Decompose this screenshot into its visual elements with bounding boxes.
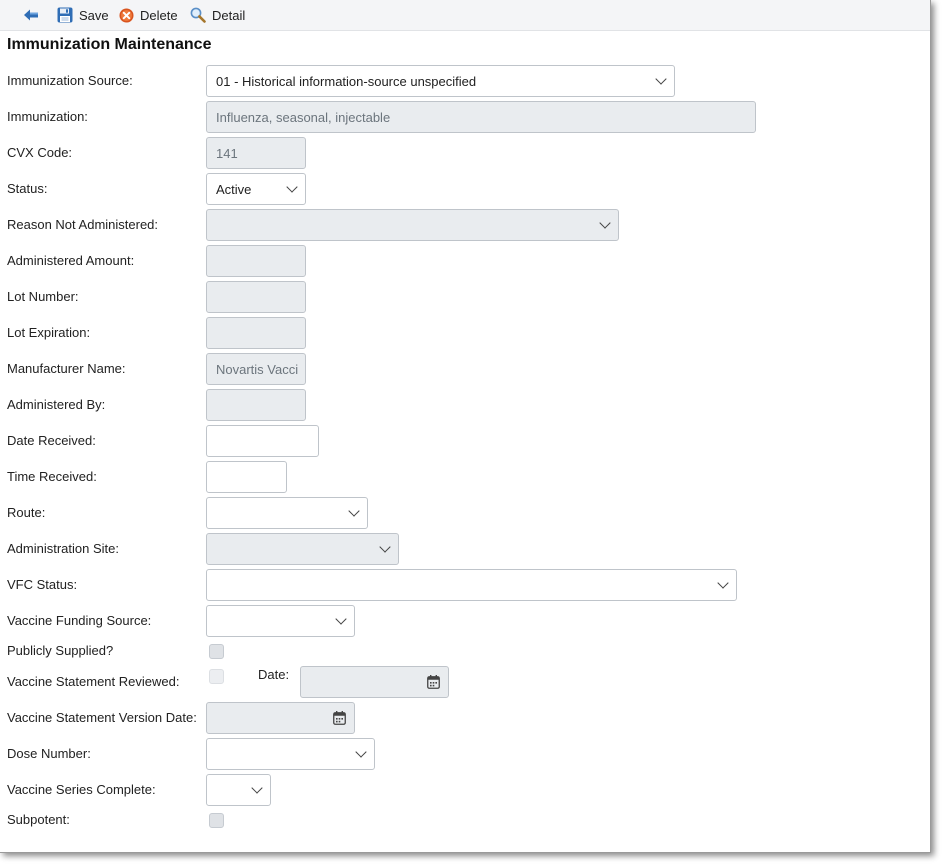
administered-amount-label: Administered Amount: xyxy=(7,253,135,268)
chevron-down-icon xyxy=(655,73,667,85)
arrow-left-icon xyxy=(24,9,39,21)
delete-label: Delete xyxy=(140,7,178,23)
manufacturer-name-value: Novartis Vacci xyxy=(216,361,299,377)
date-received-label: Date Received: xyxy=(7,433,96,448)
back-button[interactable] xyxy=(24,6,45,24)
calendar-icon[interactable] xyxy=(427,675,440,692)
magnifier-icon xyxy=(190,7,206,23)
immunization-label: Immunization: xyxy=(7,109,88,124)
lot-expiration-field[interactable] xyxy=(206,317,306,349)
floppy-disk-icon xyxy=(57,7,73,23)
detail-button[interactable]: Detail xyxy=(190,6,245,24)
vaccine-statement-reviewed-label: Vaccine Statement Reviewed: xyxy=(7,674,180,689)
route-select[interactable] xyxy=(206,497,368,529)
chevron-down-icon xyxy=(355,746,367,758)
delete-x-icon xyxy=(119,8,134,23)
dose-number-select[interactable] xyxy=(206,738,375,770)
reason-not-administered-select[interactable] xyxy=(206,209,619,241)
reason-not-administered-label: Reason Not Administered: xyxy=(7,217,159,232)
subpotent-label: Subpotent: xyxy=(7,812,70,827)
immunization-source-value: 01 - Historical information-source unspe… xyxy=(216,73,477,89)
status-label: Status: xyxy=(7,181,48,196)
window-frame: Save Delete Detail Immunization Maintena… xyxy=(0,0,931,853)
date-received-input[interactable] xyxy=(206,425,319,457)
immunization-value: Influenza, seasonal, injectable xyxy=(216,109,391,125)
vaccine-funding-source-select[interactable] xyxy=(206,605,355,637)
detail-label: Detail xyxy=(212,7,246,23)
publicly-supplied-label: Publicly Supplied? xyxy=(7,643,114,658)
administered-by-field[interactable] xyxy=(206,389,306,421)
chevron-down-icon xyxy=(599,217,611,229)
vaccine-series-complete-select[interactable] xyxy=(206,774,271,806)
save-label: Save xyxy=(79,7,109,23)
immunization-source-select[interactable]: 01 - Historical information-source unspe… xyxy=(206,65,675,97)
time-received-input[interactable] xyxy=(206,461,287,493)
status-value: Active xyxy=(216,181,252,197)
immunization-source-label: Immunization Source: xyxy=(7,73,133,88)
vaccine-statement-version-date-label: Vaccine Statement Version Date: xyxy=(7,710,197,725)
administration-site-label: Administration Site: xyxy=(7,541,119,556)
chevron-down-icon xyxy=(286,181,298,193)
toolbar: Save Delete Detail xyxy=(0,0,930,31)
administration-site-select[interactable] xyxy=(206,533,399,565)
vfc-status-label: VFC Status: xyxy=(7,577,78,592)
status-select[interactable]: Active xyxy=(206,173,306,205)
calendar-icon[interactable] xyxy=(333,711,346,728)
chevron-down-icon xyxy=(335,613,347,625)
page-title: Immunization Maintenance xyxy=(7,36,212,53)
cvx-code-label: CVX Code: xyxy=(7,145,73,160)
lot-number-label: Lot Number: xyxy=(7,289,79,304)
dose-number-label: Dose Number: xyxy=(7,746,91,761)
route-label: Route: xyxy=(7,505,46,520)
lot-expiration-label: Lot Expiration: xyxy=(7,325,91,340)
chevron-down-icon xyxy=(379,541,391,553)
chevron-down-icon xyxy=(717,577,729,589)
time-received-label: Time Received: xyxy=(7,469,97,484)
statement-date-input[interactable] xyxy=(300,666,449,698)
vaccine-funding-source-label: Vaccine Funding Source: xyxy=(7,613,152,628)
immunization-field: Influenza, seasonal, injectable xyxy=(206,101,756,133)
manufacturer-name-field: Novartis Vacci xyxy=(206,353,306,385)
administered-amount-field[interactable] xyxy=(206,245,306,277)
manufacturer-name-label: Manufacturer Name: xyxy=(7,361,126,376)
publicly-supplied-checkbox[interactable] xyxy=(209,644,224,659)
chevron-down-icon xyxy=(348,505,360,517)
administered-by-label: Administered By: xyxy=(7,397,106,412)
lot-number-field[interactable] xyxy=(206,281,306,313)
cvx-code-value: 141 xyxy=(216,145,238,161)
vaccine-statement-reviewed-checkbox[interactable] xyxy=(209,669,224,684)
subpotent-checkbox[interactable] xyxy=(209,813,224,828)
cvx-code-field: 141 xyxy=(206,137,306,169)
statement-date-label: Date: xyxy=(258,667,290,682)
vaccine-statement-version-date-input[interactable] xyxy=(206,702,355,734)
vaccine-series-complete-label: Vaccine Series Complete: xyxy=(7,782,156,797)
vfc-status-select[interactable] xyxy=(206,569,737,601)
chevron-down-icon xyxy=(251,782,263,794)
save-button[interactable]: Save xyxy=(57,6,109,24)
delete-button[interactable]: Delete xyxy=(119,6,178,24)
